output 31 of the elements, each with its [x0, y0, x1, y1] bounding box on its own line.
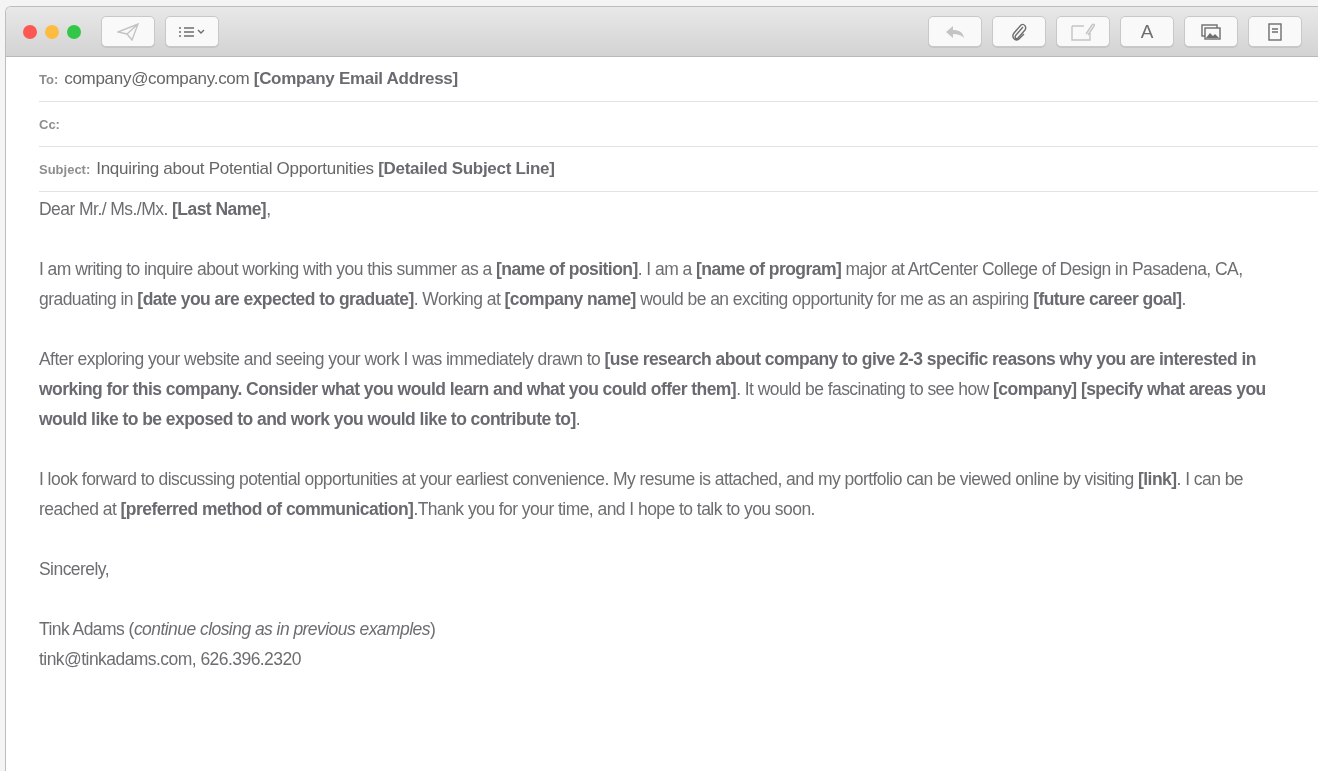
photo-browser-button[interactable]	[1184, 16, 1238, 47]
header-fields-button[interactable]	[165, 16, 219, 47]
field-value: Inquiring about Potential Opportunities [Detailed Subject Line]	[96, 159, 555, 179]
stationery-button[interactable]	[1248, 16, 1302, 47]
closing-text: Sincerely,	[39, 558, 111, 581]
greeting-text: Dear Mr./ Ms./Mx. [Last Name],	[39, 198, 272, 221]
document-icon	[1268, 22, 1282, 41]
body-paragraph: I am writing to inquire about working with you this summer as a [name of position]. I am a [name of program] major at ArtCenter College of Design in Pasadena, CA, graduating in [date you are expected to graduate]. Working at [company name] would be an exciting opportunity for me as an aspiring [future career goal].	[39, 258, 1244, 311]
paperclip-icon	[1011, 21, 1027, 42]
body-paragraph: I look forward to discussing potential opportunities at your earliest convenience. My resume is attached, and my portfolio can be viewed online by visiting [link]. I can be reached at [preferred method of communication].Thank you for your time, and I hope to talk to you soon.	[39, 468, 1244, 521]
font-icon: A	[1140, 20, 1154, 43]
window-control-button[interactable]	[67, 24, 81, 39]
window-control-button[interactable]	[45, 24, 59, 39]
reply-arrow-icon	[945, 24, 965, 39]
list-icon	[178, 25, 206, 38]
field-label: To:	[39, 71, 59, 87]
attach-button[interactable]	[992, 16, 1046, 47]
photo-browser-icon	[1201, 23, 1221, 40]
fonts-button[interactable]: A	[1120, 16, 1174, 47]
signature-line: tink@tinkadams.com, 626.396.2320	[39, 648, 302, 671]
header-field[interactable]: To: company@company.com [Company Email Address]	[39, 57, 1318, 102]
field-value: company@company.com [Company Email Address]	[64, 69, 458, 89]
header-field[interactable]: Cc:	[39, 102, 1318, 147]
signature-line: Tink Adams (continue closing as in previous examples)	[39, 618, 437, 641]
field-label: Cc:	[39, 116, 60, 132]
paper-plane-icon	[117, 22, 139, 41]
markup-icon	[1071, 22, 1095, 41]
field-label: Subject:	[39, 161, 91, 177]
window-control-button[interactable]	[23, 24, 37, 39]
header-field[interactable]: Subject: Inquiring about Potential Opportunities [Detailed Subject Line]	[39, 147, 1318, 192]
body-paragraph: After exploring your website and seeing your work I was immediately drawn to [use research about company to give 2-3 specific reasons why you are interested in working for this company. Consider what you would learn and what you could offer them]. It would be fascinating to see how [company] [specify what areas you would like to be exposed to and work you would like to contribute to].	[39, 348, 1267, 431]
